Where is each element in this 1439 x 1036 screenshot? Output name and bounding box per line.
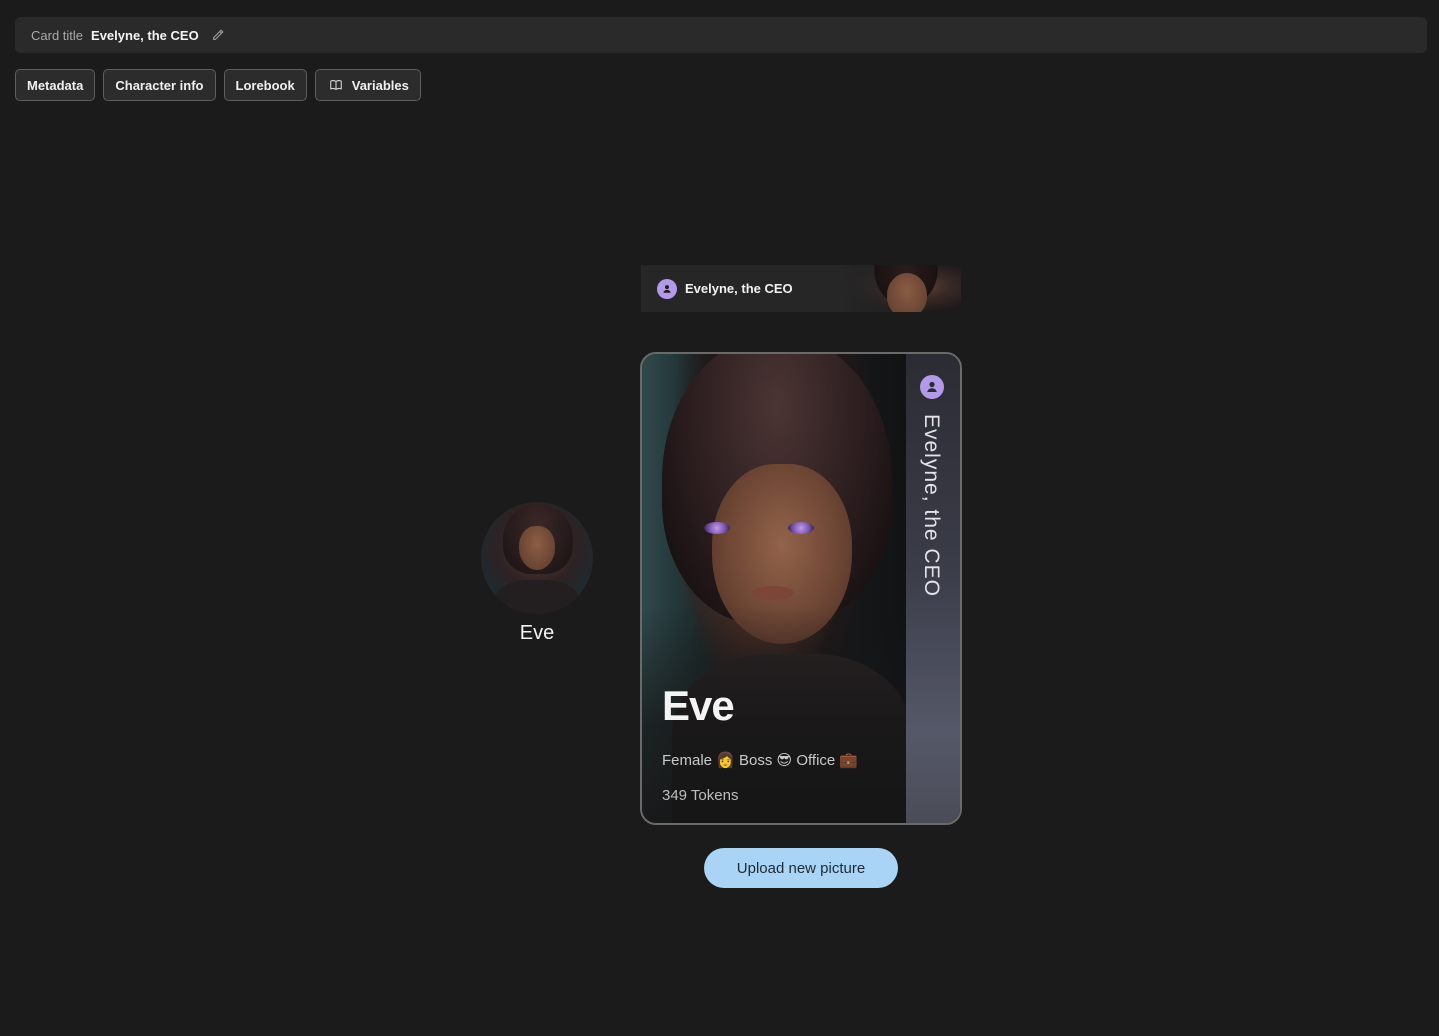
tab-label: Variables — [351, 77, 409, 93]
card-side-title: Evelyne, the CEO — [920, 414, 943, 597]
upload-picture-button[interactable]: Upload new picture — [704, 848, 898, 888]
tab-variables[interactable]: Variables — [314, 69, 421, 101]
tab-metadata[interactable]: Metadata — [15, 69, 96, 101]
strip-character-name: Evelyne, the CEO — [685, 281, 793, 296]
user-icon — [657, 278, 677, 299]
avatar — [481, 502, 593, 614]
card-character-name: Eve — [662, 682, 735, 729]
pencil-icon[interactable] — [211, 28, 225, 42]
tab-label: Metadata — [27, 77, 84, 93]
tab-label: Lorebook — [235, 77, 295, 93]
tab-label: Character info — [115, 77, 204, 93]
card-title-value[interactable]: Evelyne, the CEO — [91, 28, 199, 43]
user-icon — [920, 375, 944, 399]
strip-portrait-image — [841, 265, 961, 312]
tab-character-info[interactable]: Character info — [103, 69, 216, 101]
tab-lorebook[interactable]: Lorebook — [223, 69, 307, 101]
card-side-panel: Evelyne, the CEO — [906, 354, 960, 823]
avatar-name: Eve — [519, 622, 555, 644]
card-title-bar: Card title Evelyne, the CEO — [15, 17, 1427, 53]
character-card: Evelyne, the CEO Eve Female 👩 Boss 😎 Off… — [640, 352, 962, 825]
tab-bar: Metadata Character info Lorebook Variabl… — [15, 69, 421, 101]
book-open-icon — [329, 78, 343, 92]
card-title-label: Card title — [31, 27, 84, 43]
card-token-count: 349 Tokens — [662, 787, 739, 804]
card-tags: Female 👩 Boss 😎 Office 💼 — [662, 752, 859, 769]
character-strip-preview: Evelyne, the CEO — [641, 265, 961, 312]
